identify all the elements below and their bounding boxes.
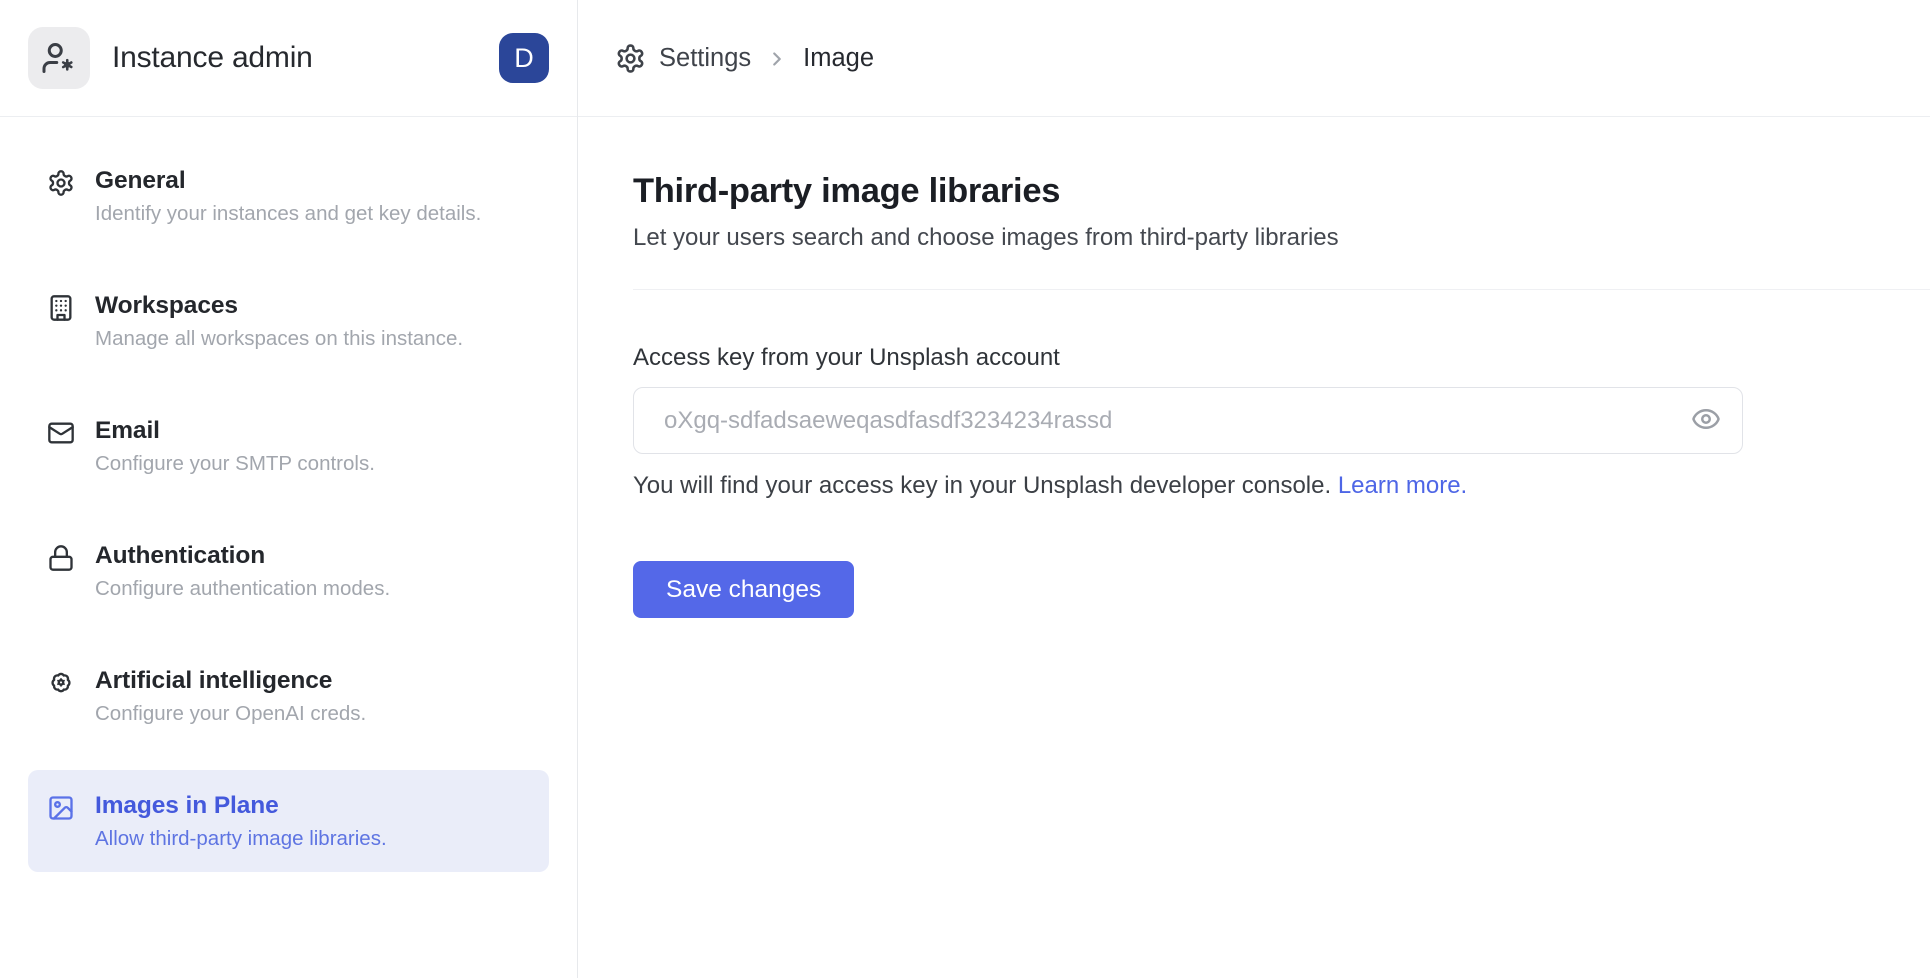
- sidebar-header: Instance admin D: [0, 0, 577, 117]
- sidebar-item-description: Manage all workspaces on this instance.: [95, 325, 463, 352]
- breadcrumb-current: Image: [803, 44, 874, 73]
- instance-admin-app: Instance admin D General Identify your i…: [0, 0, 1930, 978]
- eye-icon: [1691, 404, 1721, 437]
- access-key-field-wrap: [633, 387, 1743, 454]
- sidebar-item-label: Workspaces: [95, 290, 463, 321]
- sidebar-item-artificial-intelligence[interactable]: Artificial intelligence Configure your O…: [28, 645, 549, 747]
- settings-content: Third-party image libraries Let your use…: [578, 117, 1930, 618]
- main-header: Settings Image: [578, 0, 1930, 117]
- sidebar-item-description: Identify your instances and get key deta…: [95, 200, 481, 227]
- sidebar-item-label: General: [95, 165, 481, 196]
- mail-icon: [47, 419, 75, 447]
- access-key-input[interactable]: [634, 388, 1682, 453]
- sidebar-item-description: Allow third-party image libraries.: [95, 825, 387, 852]
- building-icon: [47, 294, 75, 322]
- sidebar-item-workspaces[interactable]: Workspaces Manage all workspaces on this…: [28, 270, 549, 372]
- sidebar-item-label: Authentication: [95, 540, 390, 571]
- sidebar-item-authentication[interactable]: Authentication Configure authentication …: [28, 520, 549, 622]
- helper-text: You will find your access key in your Un…: [633, 471, 1930, 501]
- breadcrumb: Settings Image: [615, 43, 874, 74]
- sidebar-item-general[interactable]: General Identify your instances and get …: [28, 145, 549, 247]
- image-icon: [47, 794, 75, 822]
- app-title: Instance admin: [112, 41, 499, 75]
- chevron-right-icon: [766, 48, 788, 70]
- breadcrumb-settings[interactable]: Settings: [659, 44, 751, 73]
- settings-gear-icon: [615, 43, 646, 74]
- learn-more-link[interactable]: Learn more.: [1338, 472, 1467, 499]
- user-cog-icon: [28, 27, 90, 89]
- page-subtitle: Let your users search and choose images …: [633, 222, 1930, 254]
- sidebar-item-email[interactable]: Email Configure your SMTP controls.: [28, 395, 549, 497]
- section-divider: [633, 289, 1930, 290]
- save-changes-button[interactable]: Save changes: [633, 561, 854, 618]
- helper-text-body: You will find your access key in your Un…: [633, 472, 1331, 499]
- sidebar-item-description: Configure your OpenAI creds.: [95, 700, 366, 727]
- sidebar-item-label: Email: [95, 415, 375, 446]
- sidebar: Instance admin D General Identify your i…: [0, 0, 578, 978]
- sidebar-item-description: Configure your SMTP controls.: [95, 450, 375, 477]
- sidebar-item-label: Images in Plane: [95, 790, 387, 821]
- access-key-label: Access key from your Unsplash account: [633, 343, 1930, 373]
- sidebar-item-images-in-plane[interactable]: Images in Plane Allow third-party image …: [28, 770, 549, 872]
- user-avatar[interactable]: D: [499, 33, 549, 83]
- gear-icon: [47, 169, 75, 197]
- reveal-key-button[interactable]: [1682, 388, 1742, 453]
- sidebar-item-label: Artificial intelligence: [95, 665, 366, 696]
- sidebar-nav: General Identify your instances and get …: [0, 117, 577, 895]
- main-panel: Settings Image Third-party image librari…: [578, 0, 1930, 978]
- sidebar-item-description: Configure authentication modes.: [95, 575, 390, 602]
- brain-cog-icon: [47, 669, 75, 697]
- page-title: Third-party image libraries: [633, 169, 1930, 213]
- lock-icon: [47, 544, 75, 572]
